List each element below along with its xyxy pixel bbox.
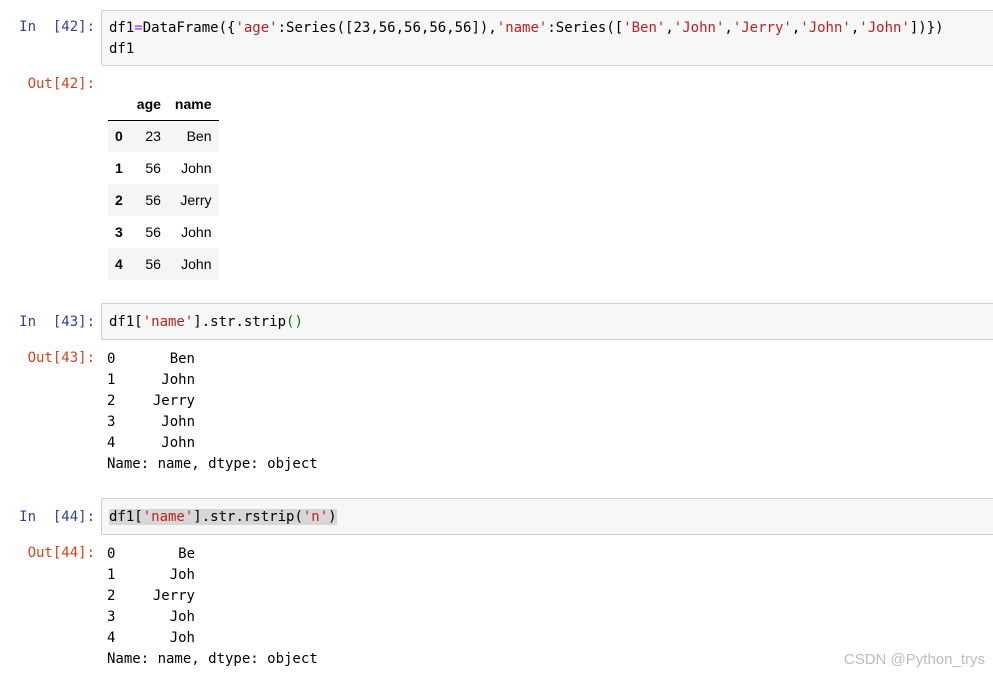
list-item: 2 Jerry [107,391,195,412]
cell-age: 56 [145,224,161,240]
code-token: ].str.strip [193,314,287,330]
list-item: 0 Be [107,544,195,565]
series-output-44: 0 Be 1 Joh 2 Jerry 3 Joh 4 Joh Name: name, dt… [107,544,318,670]
list-item: 3 John [107,412,195,433]
code-paren: () [286,314,303,330]
series-index: 2 [107,393,116,409]
cell-name: Jerry [180,192,212,208]
series-index: 0 [107,546,116,562]
code-string: 'John' [673,20,725,36]
output-prompt-43: Out[43]: [27,350,95,366]
code-token: ].str.rstrip( [193,509,303,525]
code-token: , [724,20,733,36]
list-item: 1 Joh [107,565,195,586]
series-value: Joh [169,567,195,583]
cell-age: 56 [145,160,161,176]
series-footer: Name: name, dtype: object [107,651,318,667]
code-token: df1 [109,20,135,36]
series-footer: Name: name, dtype: object [107,456,318,472]
input-prompt-43: In [43]: [19,314,95,330]
code-string: 'name' [142,509,194,525]
series-value: John [161,372,195,388]
cell-age: 56 [145,192,161,208]
table-row: 2 56 Jerry [108,184,219,216]
code-cell-44[interactable]: df1['name'].str.rstrip('n') [101,498,993,535]
code-string: 'n' [302,509,329,525]
series-value: Joh [169,630,195,646]
row-index: 2 [115,192,123,208]
code-token: ])}) [909,20,944,36]
row-index: 4 [115,256,123,272]
input-prompt-42: In [42]: [19,19,95,35]
code-token: df1[ [109,509,143,525]
code-token: df1 [109,41,135,57]
list-item: 1 John [107,370,195,391]
cell-age: 23 [145,128,161,145]
list-item: 0 Ben [107,349,195,370]
code-string: 'John' [800,20,851,36]
table-row: 1 56 John [108,152,219,184]
code-token: :Series([23,56,56,56,56]), [277,20,497,36]
series-index: 2 [107,588,116,604]
series-output-43: 0 Ben 1 John 2 Jerry 3 John 4 John Name: name… [107,349,318,475]
table-row: 4 56 John [108,248,219,280]
input-prompt-44: In [44]: [19,509,95,525]
series-index: 1 [107,372,116,388]
code-string: 'name' [142,314,194,330]
output-prompt-42: Out[42]: [27,76,95,92]
column-header-name: name [167,88,219,121]
series-value: Jerry [152,393,195,409]
cell-age: 56 [145,256,161,272]
code-token: ) [328,509,337,525]
code-editor[interactable]: df1=DataFrame({'age':Series([23,56,56,56… [102,11,993,60]
output-prompt-44: Out[44]: [27,545,95,561]
cell-name: John [181,160,212,176]
series-index: 4 [107,435,116,451]
code-token: DataFrame({ [142,20,236,36]
list-item: 2 Jerry [107,586,195,607]
column-header-age: age [129,88,168,121]
list-item: 3 Joh [107,607,195,628]
table-row: 3 56 John [108,216,219,248]
code-token: df1[ [109,314,143,330]
code-token: , [665,20,674,36]
series-value: John [161,414,195,430]
code-string: 'age' [235,20,278,36]
cell-name: Ben [186,128,212,145]
code-string: 'John' [859,20,910,36]
code-editor[interactable]: df1['name'].str.strip() [102,304,993,333]
row-index: 0 [115,128,123,145]
code-operator: = [134,20,143,36]
code-string: 'Jerry' [732,20,792,36]
code-editor[interactable]: df1['name'].str.rstrip('n') [102,499,993,528]
series-index: 3 [107,609,116,625]
code-token: :Series([ [547,20,624,36]
code-cell-42[interactable]: df1=DataFrame({'age':Series([23,56,56,56… [101,10,993,66]
series-value: Jerry [152,588,195,604]
row-index: 1 [115,160,123,176]
series-index: 3 [107,414,116,430]
cell-name: John [181,256,212,272]
code-cell-43[interactable]: df1['name'].str.strip() [101,303,993,340]
series-index: 0 [107,351,116,367]
series-index: 4 [107,630,116,646]
row-index: 3 [115,224,123,240]
series-value: John [161,435,195,451]
series-value: Be [178,546,195,562]
list-item: 4 John [107,433,195,454]
table-row: 0 23 Ben [108,120,219,152]
code-token: , [791,20,801,36]
code-selection: df1['name'].str.rstrip('n') [109,509,337,525]
index-header [108,88,130,121]
watermark: CSDN @Python_trys [843,651,985,668]
list-item: 4 Joh [107,628,195,649]
series-index: 1 [107,567,116,583]
code-string: 'Ben' [623,20,666,36]
series-value: Joh [169,609,195,625]
dataframe-output-table: age name 0 23 Ben 1 56 John 2 56 Jerry 3… [108,88,219,280]
cell-name: John [181,224,212,240]
code-string: 'name' [496,20,548,36]
table-header-row: age name [108,88,219,121]
series-value: Ben [169,351,195,367]
